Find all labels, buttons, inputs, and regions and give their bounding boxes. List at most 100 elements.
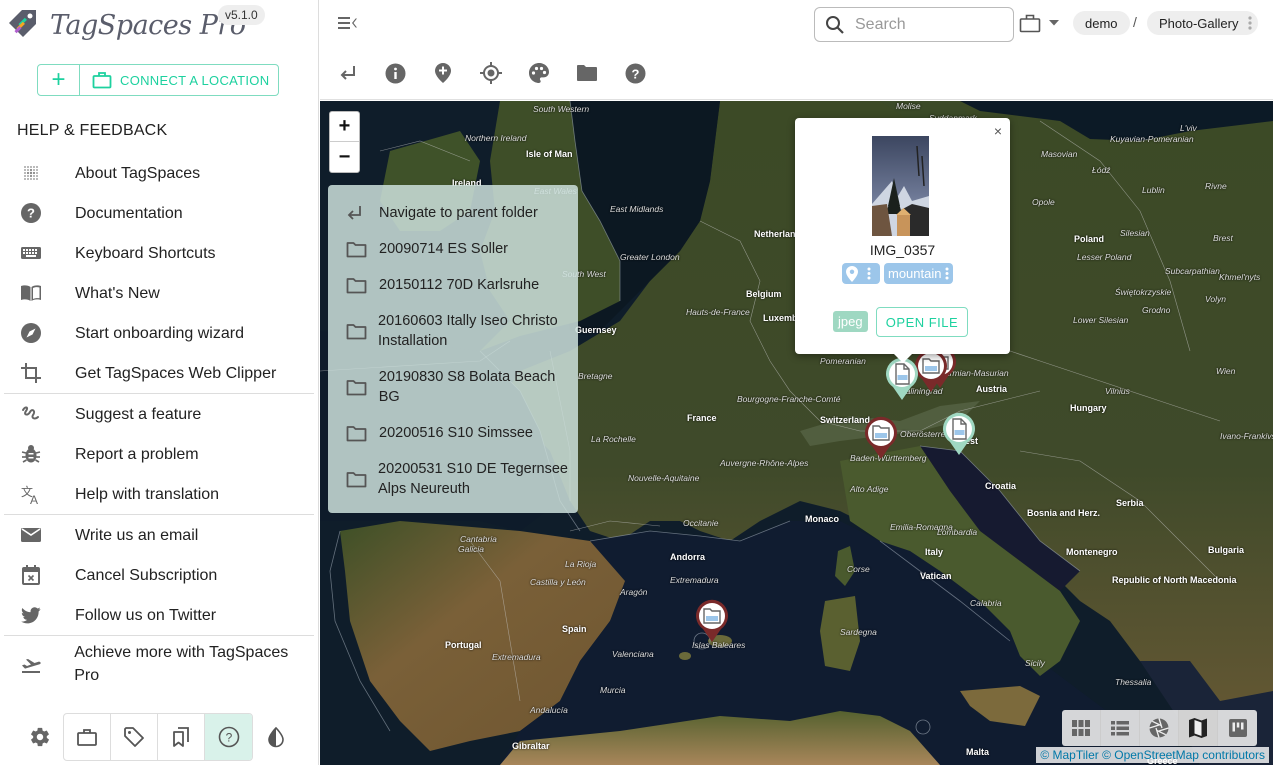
map-label: Isle of Man: [526, 149, 573, 159]
map-label: Bretagne: [578, 371, 613, 381]
help-tab-button[interactable]: ?: [205, 714, 252, 760]
zoom-out-button[interactable]: −: [330, 142, 359, 172]
connect-location-button[interactable]: CONNECT A LOCATION: [80, 65, 278, 95]
more-vert-icon[interactable]: [867, 267, 871, 280]
locations-tab-button[interactable]: [64, 714, 111, 760]
folder-item[interactable]: 20190830 S8 Bolata Beach BG: [328, 359, 578, 415]
location-switch-button[interactable]: [1018, 8, 1042, 38]
twitter-icon: [4, 604, 58, 626]
more-vert-icon[interactable]: [1248, 16, 1253, 30]
parent-folder-label: Navigate to parent folder: [379, 205, 538, 221]
tags-tab-button[interactable]: [111, 714, 158, 760]
folder-icon: [577, 65, 597, 81]
folder-item[interactable]: 20200531 S10 DE Tegernsee Alps Neureuth: [328, 451, 578, 507]
search-input[interactable]: [855, 15, 995, 34]
folder-item[interactable]: 20160603 Itally Iseo Christo Installatio…: [328, 303, 578, 359]
folder-item[interactable]: 20200516 S10 Simssee: [328, 415, 578, 451]
parent-folder-button[interactable]: [333, 58, 363, 88]
map-label: Andorra: [670, 552, 706, 562]
zoom-in-button[interactable]: +: [330, 112, 359, 142]
breadcrumb-location[interactable]: demo: [1073, 11, 1130, 35]
menu-item-keyboard-shortcuts[interactable]: Keyboard Shortcuts: [4, 233, 314, 273]
menu-item-email[interactable]: Write us an email: [4, 515, 314, 555]
menu-item-translation[interactable]: 文A Help with translation: [4, 474, 314, 514]
sidebar-panel-switcher: ?: [63, 713, 253, 761]
map-marker-file[interactable]: [885, 357, 919, 401]
list-view-button[interactable]: [1101, 710, 1140, 746]
subfolder-panel: Navigate to parent folder 20090714 ES So…: [328, 185, 578, 513]
map-marker-folder[interactable]: [914, 349, 948, 393]
osm-attribution-link[interactable]: © OpenStreetMap contributors: [1102, 748, 1265, 762]
map-label: Molise: [896, 101, 921, 111]
breadcrumb-separator: /: [1133, 14, 1137, 30]
tag-mountain[interactable]: mountain: [884, 263, 954, 284]
location-dropdown-button[interactable]: [1042, 8, 1066, 38]
add-location-pin-button[interactable]: [428, 58, 458, 88]
add-location-button[interactable]: +: [38, 65, 80, 95]
open-file-button[interactable]: OPEN FILE: [876, 307, 968, 337]
menu-item-suggest-feature[interactable]: Suggest a feature: [4, 394, 314, 434]
more-vert-icon[interactable]: [945, 267, 949, 280]
map-label: La Rioja: [565, 559, 597, 569]
toggle-sidebar-button[interactable]: [333, 8, 363, 38]
folder-info-button[interactable]: [380, 58, 410, 88]
menu-item-about[interactable]: About TagSpaces: [4, 153, 314, 193]
my-location-button[interactable]: [476, 58, 506, 88]
menu-item-achieve-pro[interactable]: Achieve more with TagSpaces Pro: [4, 636, 314, 692]
map-label: Poland: [1074, 234, 1105, 244]
map-marker-folder[interactable]: [695, 599, 729, 643]
theme-toggle-button[interactable]: [253, 713, 299, 761]
map-label: Lesser Poland: [1077, 252, 1132, 262]
parent-folder-item[interactable]: Navigate to parent folder: [328, 195, 578, 231]
menu-item-whats-new[interactable]: What's New: [4, 273, 314, 313]
map-help-button[interactable]: ?: [620, 58, 650, 88]
file-thumbnail[interactable]: [872, 136, 929, 236]
compass-icon: [4, 322, 58, 344]
map-marker-folder[interactable]: [864, 416, 898, 460]
map-label: Thessalia: [1115, 677, 1152, 687]
theme-palette-button[interactable]: [524, 58, 554, 88]
map-label: Andalucía: [530, 705, 568, 715]
gallery-view-button[interactable]: [1140, 710, 1179, 746]
menu-label: Follow us on Twitter: [75, 606, 217, 624]
grid-view-button[interactable]: [1062, 710, 1101, 746]
folder-item[interactable]: 20150112 70D Karlsruhe: [328, 267, 578, 303]
settings-button[interactable]: [17, 713, 63, 761]
menu-item-onboarding[interactable]: Start onboarding wizard: [4, 313, 314, 353]
map-label: Łódź: [1092, 165, 1111, 175]
gesture-icon: [4, 403, 58, 425]
maptiler-attribution-link[interactable]: © MapTiler: [1040, 748, 1098, 762]
geo-tag[interactable]: [842, 263, 880, 284]
return-arrow-icon: [340, 66, 355, 80]
menu-item-cancel-subscription[interactable]: Cancel Subscription: [4, 555, 314, 595]
main-header: demo / Photo-Gallery ?: [320, 0, 1273, 100]
menu-item-report-problem[interactable]: Report a problem: [4, 434, 314, 474]
grid-icon: [1072, 720, 1090, 736]
popup-close-button[interactable]: ×: [994, 123, 1002, 139]
menu-item-web-clipper[interactable]: Get TagSpaces Web Clipper: [4, 353, 314, 393]
map-label: Silesian: [1120, 228, 1150, 238]
map-label: Masovian: [1041, 149, 1078, 159]
map-view-button[interactable]: [1179, 710, 1218, 746]
menu-label: Achieve more with TagSpaces Pro: [74, 644, 289, 684]
folder-item[interactable]: 20090714 ES Soller: [328, 231, 578, 267]
briefcase-icon: [77, 729, 97, 746]
file-extension-badge: jpeg: [833, 311, 868, 332]
map-label: Monaco: [805, 514, 840, 524]
map-label: Montenegro: [1066, 547, 1118, 557]
breadcrumb-current-folder[interactable]: Photo-Gallery: [1147, 11, 1259, 35]
map-marker-file[interactable]: [942, 412, 976, 456]
open-folder-button[interactable]: [572, 58, 602, 88]
folder-outline-icon: [346, 471, 367, 488]
connect-location-label: CONNECT A LOCATION: [120, 72, 270, 88]
map-label: Extremadura: [492, 652, 541, 662]
app-logo[interactable]: TagSpaces Pro: [6, 6, 246, 45]
search-field[interactable]: [814, 7, 1014, 42]
bookmarks-tab-button[interactable]: [158, 714, 205, 760]
calendar-cancel-icon: [4, 564, 58, 586]
map-label: Sardegna: [840, 627, 877, 637]
connect-location-group: + CONNECT A LOCATION: [37, 64, 279, 96]
menu-item-documentation[interactable]: ? Documentation: [4, 193, 314, 233]
kanban-view-button[interactable]: [1218, 710, 1257, 746]
menu-item-twitter[interactable]: Follow us on Twitter: [4, 595, 314, 635]
